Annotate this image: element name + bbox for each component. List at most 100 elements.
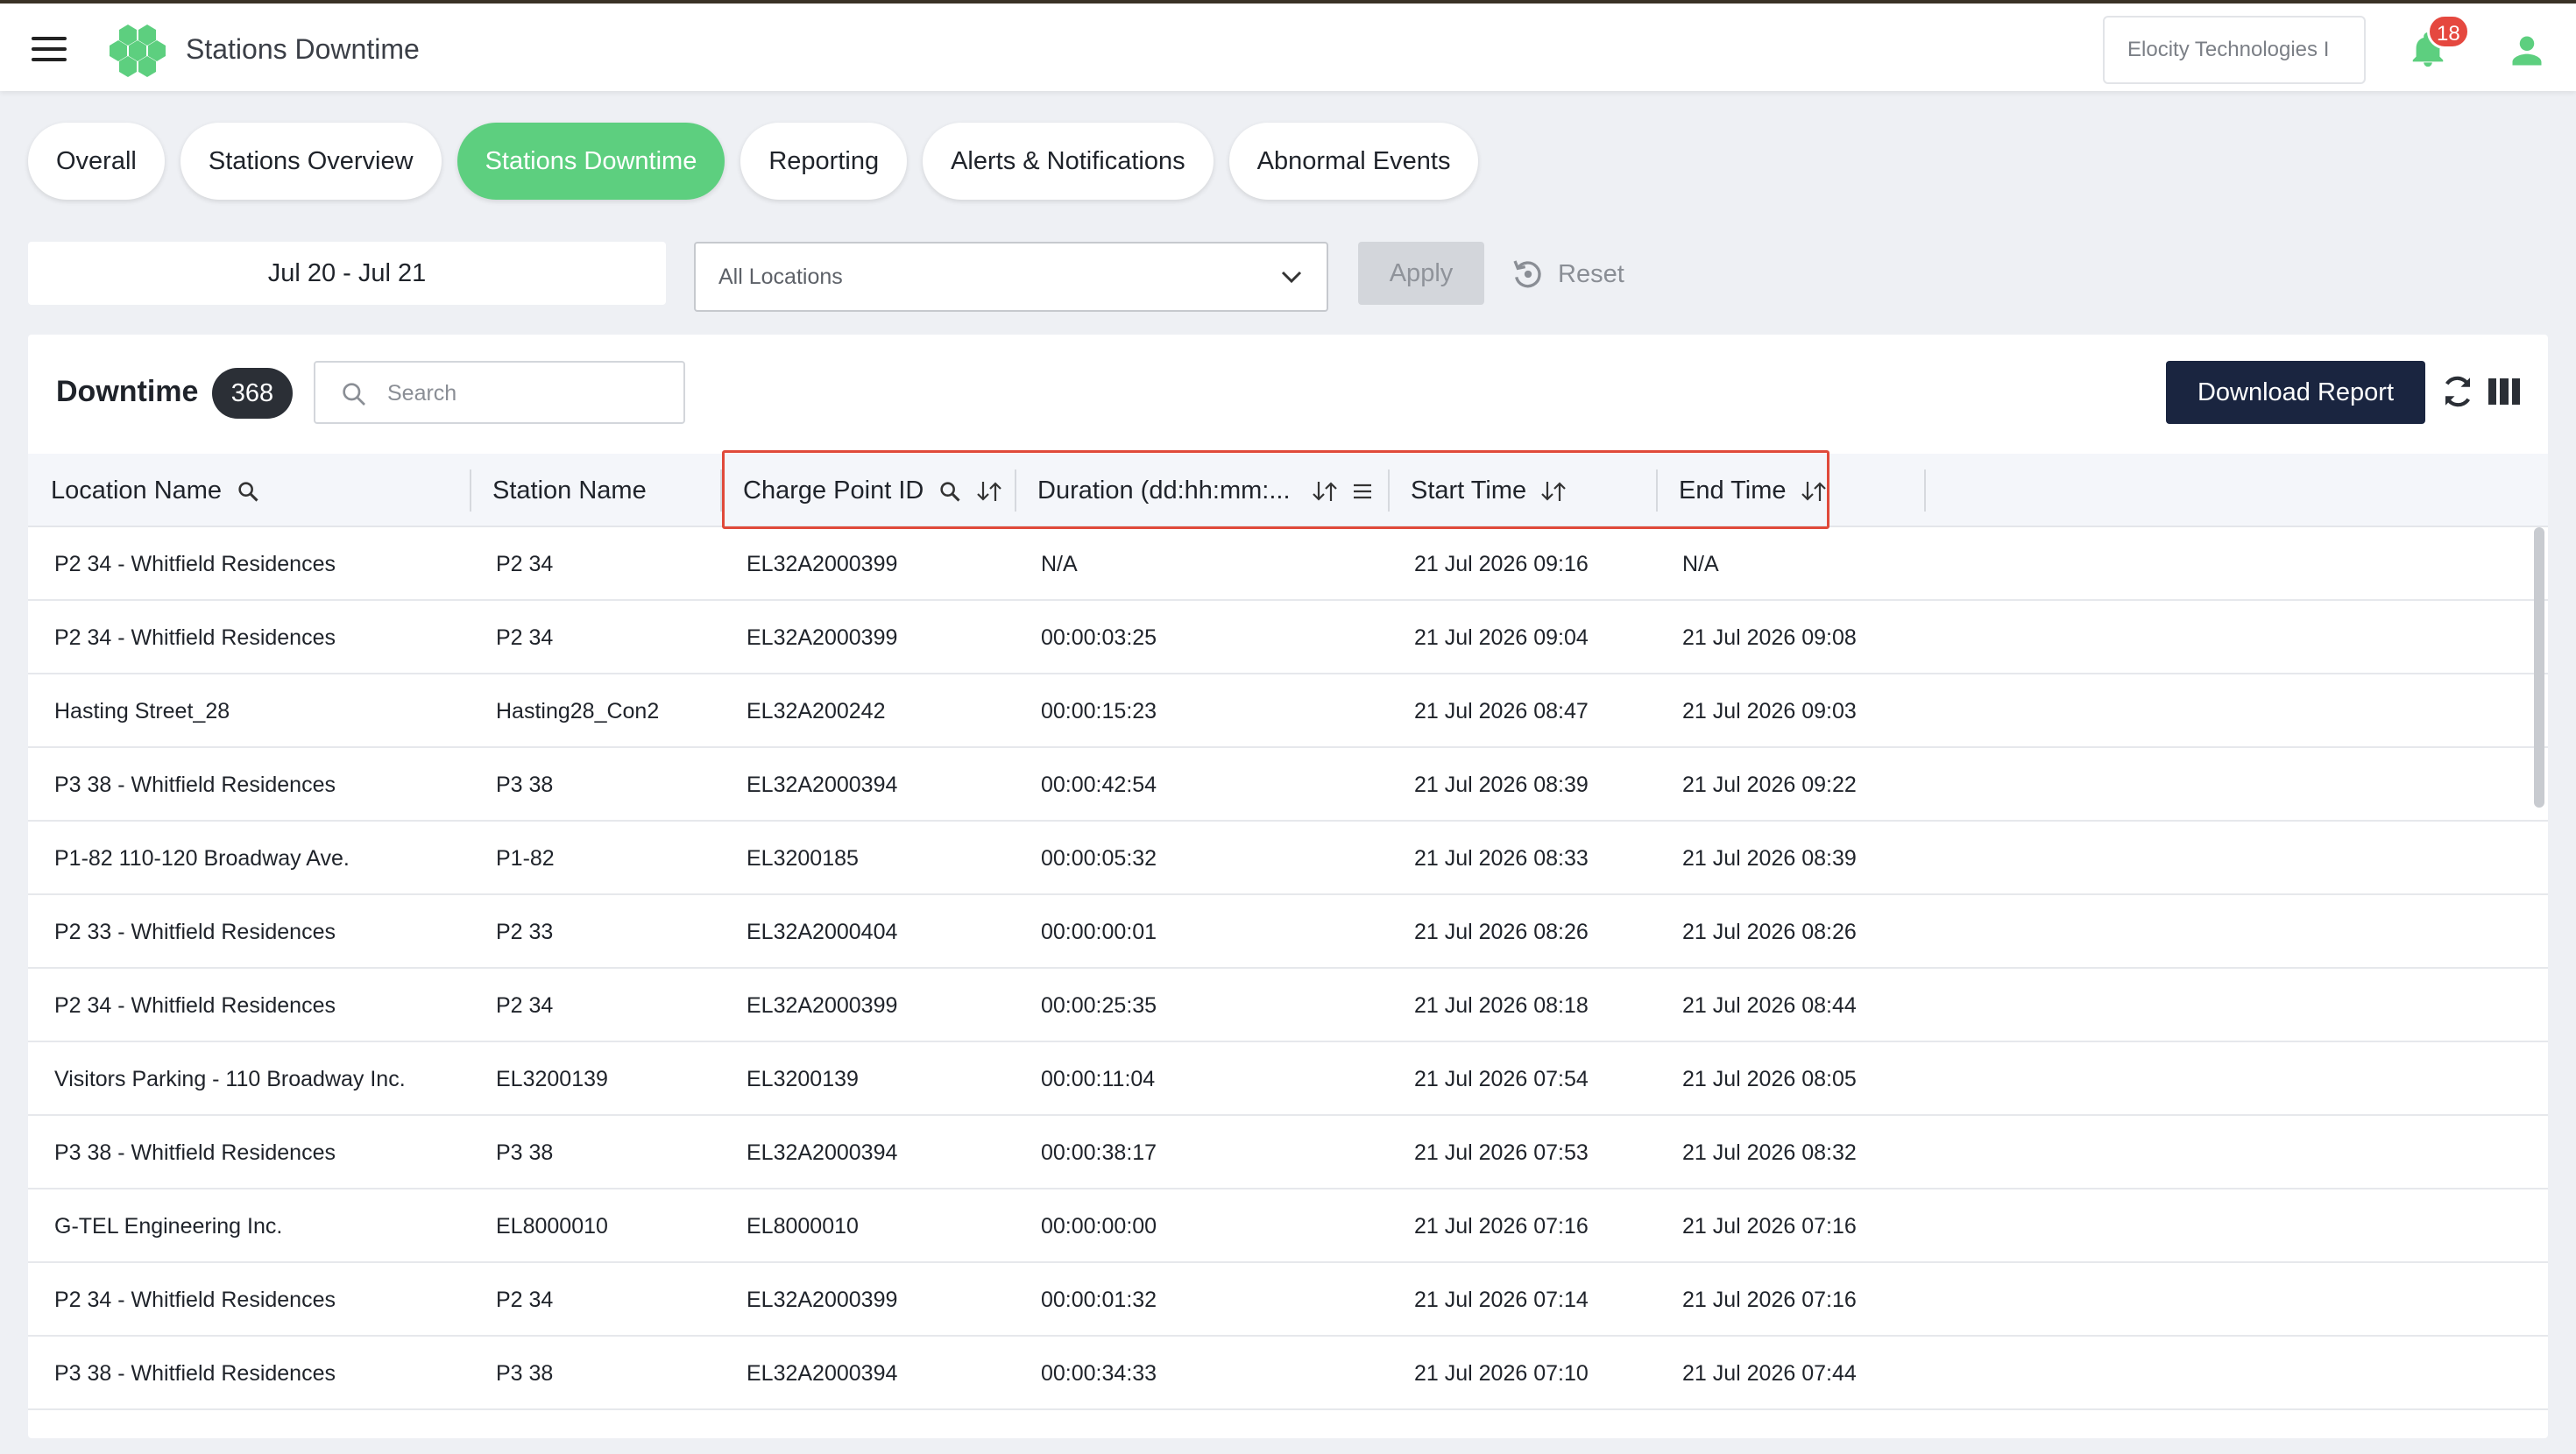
column-divider[interactable] bbox=[1388, 469, 1390, 512]
sort-icon[interactable] bbox=[1540, 480, 1567, 503]
column-header-end-time[interactable]: End Time bbox=[1679, 454, 1827, 527]
column-header-station-name[interactable]: Station Name bbox=[492, 454, 647, 527]
cell-start-time: 21 Jul 2026 07:14 bbox=[1414, 1288, 1589, 1312]
cell-end-time: 21 Jul 2026 09:08 bbox=[1682, 625, 1857, 650]
search-icon[interactable] bbox=[938, 479, 962, 504]
refresh-icon[interactable] bbox=[2439, 373, 2476, 410]
tab-alerts-notifications[interactable]: Alerts & Notifications bbox=[923, 123, 1214, 200]
cell-duration: 00:00:00:01 bbox=[1041, 920, 1157, 944]
reset-button[interactable]: Reset bbox=[1511, 254, 1624, 294]
table-row[interactable]: Hasting Street_28 Hasting28_Con2 EL32A2002… bbox=[28, 674, 2548, 748]
cell-end-time: N/A bbox=[1682, 552, 1719, 576]
cell-station-name: P1-82 bbox=[496, 846, 555, 871]
cell-charge-point-id: EL32A2000394 bbox=[747, 1361, 898, 1386]
cell-location-name: P3 38 - Whitfield Residences bbox=[54, 773, 336, 797]
cell-end-time: 21 Jul 2026 08:26 bbox=[1682, 920, 1857, 944]
column-divider[interactable] bbox=[1015, 469, 1016, 512]
chevron-down-icon bbox=[1281, 271, 1302, 284]
user-icon[interactable] bbox=[2508, 32, 2546, 70]
tab-reporting[interactable]: Reporting bbox=[740, 123, 908, 200]
cell-charge-point-id: EL32A2000404 bbox=[747, 920, 898, 944]
cell-duration: 00:00:00:00 bbox=[1041, 1214, 1157, 1239]
cell-start-time: 21 Jul 2026 08:26 bbox=[1414, 920, 1589, 944]
table-row[interactable]: P3 38 - Whitfield Residences P3 38 EL32A20… bbox=[28, 1116, 2548, 1189]
cell-charge-point-id: EL32A2000399 bbox=[747, 625, 898, 650]
search-box[interactable] bbox=[314, 361, 685, 424]
table-row[interactable]: P2 34 - Whitfield Residences P2 34 EL32A20… bbox=[28, 969, 2548, 1042]
date-range-picker[interactable]: Jul 20 - Jul 21 bbox=[28, 242, 666, 305]
cell-start-time: 21 Jul 2026 07:54 bbox=[1414, 1067, 1589, 1091]
table-row[interactable]: P3 38 - Whitfield Residences P3 38 EL32A20… bbox=[28, 748, 2548, 822]
column-divider[interactable] bbox=[470, 469, 471, 512]
search-icon[interactable] bbox=[236, 479, 260, 504]
cell-duration: 00:00:01:32 bbox=[1041, 1288, 1157, 1312]
cell-end-time: 21 Jul 2026 08:44 bbox=[1682, 993, 1857, 1018]
cell-station-name: Hasting28_Con2 bbox=[496, 699, 660, 723]
column-header-duration[interactable]: Duration (dd:hh:mm:... bbox=[1037, 454, 1373, 527]
table-row[interactable]: G-TEL Engineering Inc. EL8000010 EL8000010… bbox=[28, 1189, 2548, 1263]
panel-title: Downtime bbox=[56, 375, 199, 408]
sort-icon[interactable] bbox=[1312, 480, 1338, 503]
reset-label: Reset bbox=[1558, 259, 1624, 288]
cell-location-name: P2 34 - Whitfield Residences bbox=[54, 625, 336, 650]
table-row[interactable]: Visitors Parking - 110 Broadway Inc. EL32… bbox=[28, 1042, 2548, 1116]
cell-start-time: 21 Jul 2026 08:33 bbox=[1414, 846, 1589, 871]
table-row[interactable]: P2 34 - Whitfield Residences P2 34 EL32A20… bbox=[28, 601, 2548, 674]
download-report-button[interactable]: Download Report bbox=[2166, 361, 2425, 424]
sort-icon[interactable] bbox=[976, 480, 1002, 503]
cell-duration: 00:00:11:04 bbox=[1041, 1067, 1156, 1091]
tab-stations-overview[interactable]: Stations Overview bbox=[180, 123, 442, 200]
cell-start-time: 21 Jul 2026 09:04 bbox=[1414, 625, 1589, 650]
cell-station-name: P3 38 bbox=[496, 1361, 554, 1386]
cell-start-time: 21 Jul 2026 08:39 bbox=[1414, 773, 1589, 797]
cell-station-name: P2 34 bbox=[496, 1288, 554, 1312]
table-row[interactable]: P1-82 110-120 Broadway Ave. P1-82 EL320018… bbox=[28, 822, 2548, 895]
table-body: P2 34 - Whitfield Residences P2 34 EL32A20… bbox=[28, 527, 2548, 1410]
table-row[interactable]: P2 33 - Whitfield Residences P2 33 EL32A20… bbox=[28, 895, 2548, 969]
apply-button[interactable]: Apply bbox=[1358, 242, 1484, 305]
cell-start-time: 21 Jul 2026 07:53 bbox=[1414, 1140, 1589, 1165]
cell-location-name: P1-82 110-120 Broadway Ave. bbox=[54, 846, 350, 871]
table-row[interactable]: P2 34 - Whitfield Residences P2 34 EL32A20… bbox=[28, 527, 2548, 601]
cell-charge-point-id: EL3200139 bbox=[747, 1067, 859, 1091]
cell-duration: 00:00:25:35 bbox=[1041, 993, 1157, 1018]
table-row[interactable]: P3 38 - Whitfield Residences P3 38 EL32A20… bbox=[28, 1337, 2548, 1410]
cell-location-name: P2 34 - Whitfield Residences bbox=[54, 993, 336, 1018]
cell-duration: N/A bbox=[1041, 552, 1078, 576]
cell-station-name: P2 34 bbox=[496, 993, 554, 1018]
tab-abnormal-events[interactable]: Abnormal Events bbox=[1228, 123, 1479, 200]
cell-charge-point-id: EL8000010 bbox=[747, 1214, 859, 1239]
search-input[interactable] bbox=[387, 373, 668, 413]
cell-station-name: P3 38 bbox=[496, 1140, 554, 1165]
column-divider[interactable] bbox=[720, 469, 722, 512]
downtime-panel: Downtime 368 Download Report Location Na… bbox=[28, 335, 2548, 1438]
sort-icon[interactable] bbox=[1801, 480, 1827, 503]
menu-icon[interactable] bbox=[32, 37, 67, 61]
column-label: Charge Point ID bbox=[743, 476, 924, 505]
cell-end-time: 21 Jul 2026 08:05 bbox=[1682, 1067, 1857, 1091]
cell-charge-point-id: EL32A2000399 bbox=[747, 552, 898, 576]
scrollbar[interactable] bbox=[2534, 527, 2544, 808]
cell-location-name: P2 34 - Whitfield Residences bbox=[54, 552, 336, 576]
cell-end-time: 21 Jul 2026 09:03 bbox=[1682, 699, 1857, 723]
column-divider[interactable] bbox=[1924, 469, 1926, 512]
column-header-charge-point-id[interactable]: Charge Point ID bbox=[743, 454, 1002, 527]
column-divider[interactable] bbox=[1656, 469, 1658, 512]
column-label: Location Name bbox=[51, 476, 223, 505]
table-row[interactable]: P2 34 - Whitfield Residences P2 34 EL32A20… bbox=[28, 1263, 2548, 1337]
cell-end-time: 21 Jul 2026 07:16 bbox=[1682, 1214, 1857, 1239]
tab-overall[interactable]: Overall bbox=[28, 123, 165, 200]
location-select[interactable]: All Locations bbox=[694, 242, 1328, 312]
organization-selector[interactable]: Elocity Technologies I bbox=[2103, 16, 2366, 84]
tab-stations-downtime[interactable]: Stations Downtime bbox=[456, 123, 725, 200]
column-menu-icon[interactable] bbox=[1352, 482, 1373, 501]
column-header-location-name[interactable]: Location Name bbox=[51, 454, 260, 527]
column-label: End Time bbox=[1679, 476, 1787, 505]
cell-start-time: 21 Jul 2026 07:10 bbox=[1414, 1361, 1589, 1386]
cell-duration: 00:00:03:25 bbox=[1041, 625, 1157, 650]
column-header-start-time[interactable]: Start Time bbox=[1411, 454, 1567, 527]
cell-location-name: P3 38 - Whitfield Residences bbox=[54, 1140, 336, 1165]
columns-icon[interactable] bbox=[2488, 378, 2520, 405]
nav-tabs: Overall Stations Overview Stations Downt… bbox=[28, 123, 1479, 200]
cell-charge-point-id: EL32A2000394 bbox=[747, 773, 898, 797]
